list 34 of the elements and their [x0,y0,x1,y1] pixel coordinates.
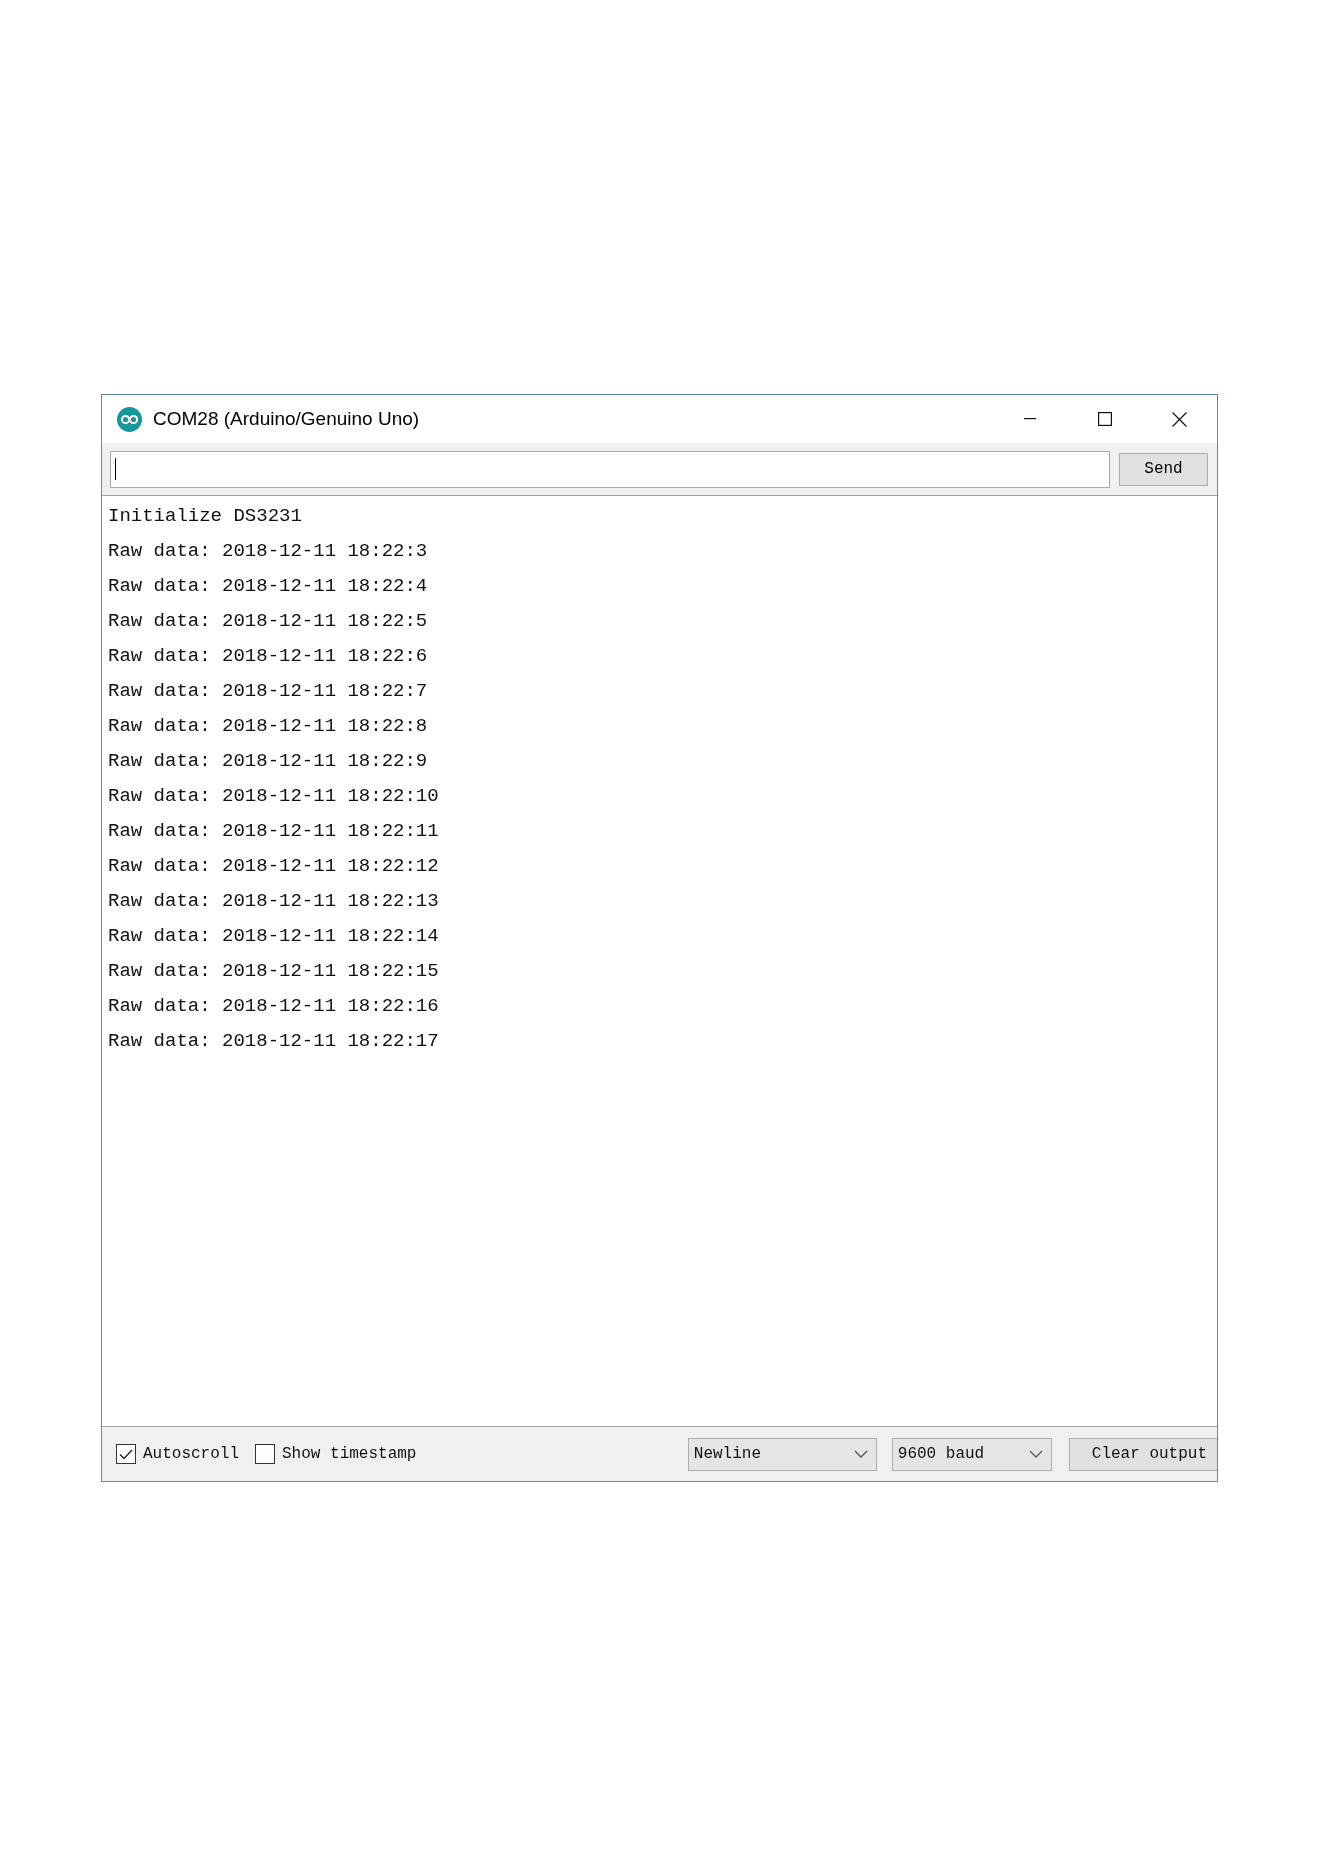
maximize-icon [1097,412,1112,426]
dropdown[interactable]: 9600 baud [891,1437,1052,1471]
output-line: Raw data: 2018-12-11 18:22:12 [108,854,439,879]
checkbox-label: Show timestamp [282,1444,417,1465]
minimize-icon [1023,418,1036,420]
output-line: Raw data: 2018-12-11 18:22:16 [108,994,439,1019]
clear-output-button[interactable]: Clear output [1068,1437,1217,1471]
output-line: Raw data: 2018-12-11 18:22:6 [108,644,428,669]
output-line: Raw data: 2018-12-11 18:22:15 [108,959,439,984]
output-line: Raw data: 2018-12-11 18:22:11 [108,819,439,844]
output-line: Raw data: 2018-12-11 18:22:7 [108,679,428,704]
checkbox[interactable] [116,1444,136,1464]
output-line: Raw data: 2018-12-11 18:22:10 [108,784,439,809]
output-line: Raw data: 2018-12-11 18:22:3 [108,539,428,564]
checkbox[interactable] [255,1444,275,1464]
chevron-down-icon [853,1450,868,1458]
output-line: Raw data: 2018-12-11 18:22:13 [108,889,439,914]
window-title: COM28 (Arduino/Genuino Uno) [153,406,420,431]
checkbox-label: Autoscroll [143,1444,239,1465]
text-cursor-icon [115,458,116,480]
output-line: Initialize DS3231 [108,504,302,529]
chevron-down-icon [1028,1450,1043,1458]
send-button[interactable]: Send [1119,452,1208,486]
message-input-field[interactable] [110,450,1110,488]
output-line: Raw data: 2018-12-11 18:22:4 [108,574,428,599]
output-line: Raw data: 2018-12-11 18:22:14 [108,924,439,949]
output-line: Raw data: 2018-12-11 18:22:17 [108,1029,439,1054]
close-icon [1172,411,1187,427]
output-line: Raw data: 2018-12-11 18:22:8 [108,714,428,739]
dropdown[interactable]: Newline [687,1437,877,1471]
check-icon [119,1448,133,1460]
infinity-logo-icon [117,406,142,432]
output-line: Raw data: 2018-12-11 18:22:9 [108,749,428,774]
output-line: Raw data: 2018-12-11 18:22:5 [108,609,428,634]
